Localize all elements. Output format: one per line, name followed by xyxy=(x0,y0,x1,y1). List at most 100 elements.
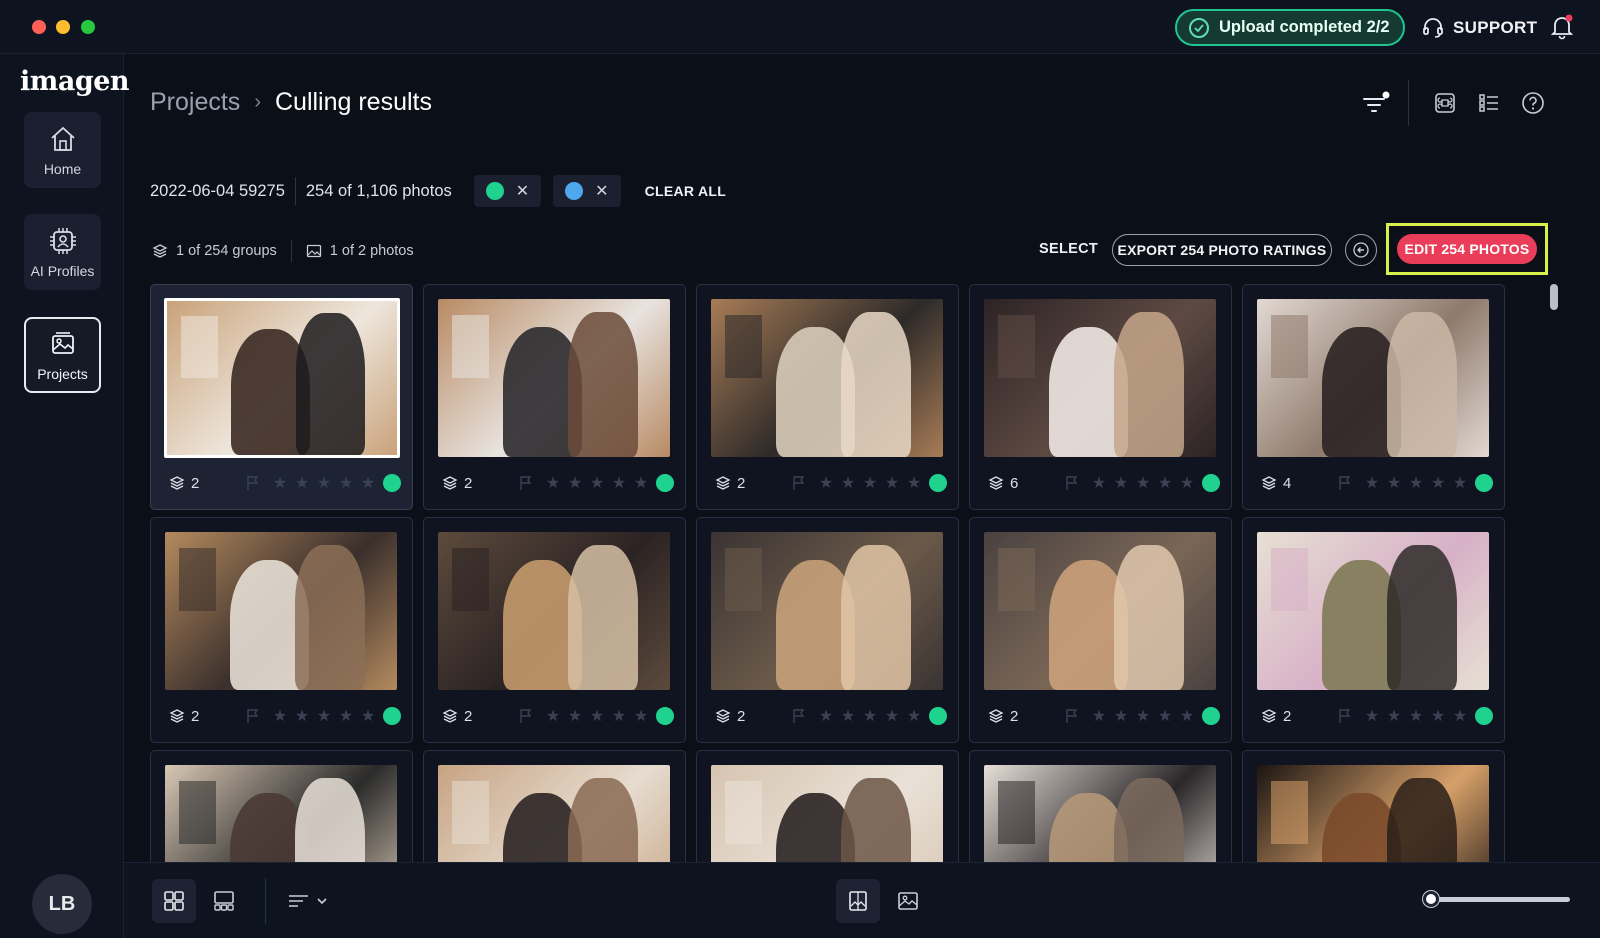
photo-card[interactable] xyxy=(150,750,413,862)
sort-dropdown-icon[interactable] xyxy=(282,879,334,923)
single-image-view-icon[interactable] xyxy=(886,879,930,923)
rating-star-icon[interactable]: ★ xyxy=(1361,473,1383,493)
rating-star-icon[interactable]: ★ xyxy=(815,473,837,493)
edit-photos-button[interactable]: EDIT 254 PHOTOS xyxy=(1397,234,1537,264)
filter-chip-blue[interactable]: ✕ xyxy=(553,175,621,207)
rating-star-icon[interactable]: ★ xyxy=(1405,706,1427,726)
rating-star-icon[interactable]: ★ xyxy=(630,706,652,726)
compare-view-icon[interactable] xyxy=(836,879,880,923)
rating-star-icon[interactable]: ★ xyxy=(269,706,291,726)
photo-thumbnail[interactable] xyxy=(711,765,943,862)
thumbnail-size-slider[interactable] xyxy=(1434,897,1570,902)
export-ratings-button[interactable]: EXPORT 254 PHOTO RATINGS xyxy=(1112,234,1332,266)
rating-star-icon[interactable]: ★ xyxy=(586,473,608,493)
flag-icon[interactable] xyxy=(1064,475,1080,491)
rating-star-icon[interactable]: ★ xyxy=(1176,473,1198,493)
photo-card[interactable]: 4 ★ ★ ★ ★ ★ xyxy=(1242,284,1505,510)
color-label-dot[interactable] xyxy=(656,474,674,492)
rating-star-icon[interactable]: ★ xyxy=(1176,706,1198,726)
photo-thumbnail[interactable] xyxy=(984,532,1216,690)
photo-thumbnail[interactable] xyxy=(984,299,1216,457)
grid-view-icon[interactable] xyxy=(152,879,196,923)
photo-thumbnail[interactable] xyxy=(1257,299,1489,457)
photo-thumbnail[interactable] xyxy=(438,765,670,862)
rating-star-icon[interactable]: ★ xyxy=(564,473,586,493)
rating-star-icon[interactable]: ★ xyxy=(291,473,313,493)
rating-star-icon[interactable]: ★ xyxy=(815,706,837,726)
photo-card[interactable]: 2 ★ ★ ★ ★ ★ xyxy=(423,517,686,743)
breadcrumb-projects-link[interactable]: Projects xyxy=(150,88,240,117)
undo-back-icon[interactable] xyxy=(1345,234,1377,266)
photo-card[interactable] xyxy=(423,750,686,862)
flag-icon[interactable] xyxy=(1337,475,1353,491)
photo-thumbnail[interactable] xyxy=(165,765,397,862)
filter-chip-green[interactable]: ✕ xyxy=(473,175,542,207)
photo-card[interactable]: 2 ★ ★ ★ ★ ★ xyxy=(696,517,959,743)
rating-star-icon[interactable]: ★ xyxy=(837,706,859,726)
user-avatar[interactable]: LB xyxy=(32,874,92,934)
notifications-bell-icon[interactable] xyxy=(1550,14,1574,40)
help-icon[interactable] xyxy=(1519,89,1547,117)
photo-card[interactable] xyxy=(969,750,1232,862)
photo-card[interactable]: 6 ★ ★ ★ ★ ★ xyxy=(969,284,1232,510)
rating-star-icon[interactable]: ★ xyxy=(903,473,925,493)
color-label-dot[interactable] xyxy=(1475,474,1493,492)
photo-thumbnail[interactable] xyxy=(1257,532,1489,690)
rating-star-icon[interactable]: ★ xyxy=(564,706,586,726)
rating-star-icon[interactable]: ★ xyxy=(1154,706,1176,726)
sidebar-item-projects[interactable]: Projects xyxy=(24,317,101,393)
rating-star-icon[interactable]: ★ xyxy=(630,473,652,493)
rating-star-icon[interactable]: ★ xyxy=(313,473,335,493)
window-minimize-button[interactable] xyxy=(56,20,70,34)
rating-star-icon[interactable]: ★ xyxy=(1449,473,1471,493)
rating-star-icon[interactable]: ★ xyxy=(1132,473,1154,493)
photo-card[interactable] xyxy=(696,750,959,862)
color-label-dot[interactable] xyxy=(1202,707,1220,725)
sidebar-item-home[interactable]: Home xyxy=(24,112,101,188)
rating-star-icon[interactable]: ★ xyxy=(1132,706,1154,726)
photo-card[interactable]: 2 ★ ★ ★ ★ ★ xyxy=(696,284,959,510)
list-view-icon[interactable] xyxy=(1475,89,1503,117)
rating-star-icon[interactable]: ★ xyxy=(313,706,335,726)
rating-star-icon[interactable]: ★ xyxy=(881,706,903,726)
photo-card[interactable]: 2 ★ ★ ★ ★ ★ xyxy=(1242,517,1505,743)
rating-star-icon[interactable]: ★ xyxy=(1383,706,1405,726)
flag-icon[interactable] xyxy=(245,475,261,491)
color-label-dot[interactable] xyxy=(656,707,674,725)
slider-handle[interactable] xyxy=(1423,891,1439,907)
rating-star-icon[interactable]: ★ xyxy=(586,706,608,726)
rating-star-icon[interactable]: ★ xyxy=(335,473,357,493)
color-label-dot[interactable] xyxy=(383,474,401,492)
command-key-icon[interactable] xyxy=(1431,89,1459,117)
rating-star-icon[interactable]: ★ xyxy=(269,473,291,493)
sidebar-item-ai-profiles[interactable]: AI Profiles xyxy=(24,214,101,290)
rating-star-icon[interactable]: ★ xyxy=(1361,706,1383,726)
flag-icon[interactable] xyxy=(1064,708,1080,724)
photo-card[interactable]: 2 ★ ★ ★ ★ ★ xyxy=(969,517,1232,743)
photo-card[interactable]: 2 ★ ★ ★ ★ ★ xyxy=(150,284,413,510)
rating-star-icon[interactable]: ★ xyxy=(357,706,379,726)
photo-thumbnail[interactable] xyxy=(711,299,943,457)
photo-card[interactable]: 2 ★ ★ ★ ★ ★ xyxy=(423,284,686,510)
flag-icon[interactable] xyxy=(518,708,534,724)
flag-icon[interactable] xyxy=(791,708,807,724)
color-label-dot[interactable] xyxy=(1475,707,1493,725)
filter-icon[interactable] xyxy=(1362,89,1390,117)
upload-status-badge[interactable]: Upload completed 2/2 xyxy=(1175,9,1405,46)
flag-icon[interactable] xyxy=(245,708,261,724)
rating-star-icon[interactable]: ★ xyxy=(1427,706,1449,726)
rating-star-icon[interactable]: ★ xyxy=(859,706,881,726)
rating-star-icon[interactable]: ★ xyxy=(859,473,881,493)
window-zoom-button[interactable] xyxy=(81,20,95,34)
rating-star-icon[interactable]: ★ xyxy=(1088,473,1110,493)
remove-filter-icon[interactable]: ✕ xyxy=(595,181,608,201)
photo-card[interactable]: 2 ★ ★ ★ ★ ★ xyxy=(150,517,413,743)
rating-star-icon[interactable]: ★ xyxy=(903,706,925,726)
rating-star-icon[interactable]: ★ xyxy=(1383,473,1405,493)
imagen-logo[interactable]: imagen xyxy=(20,66,130,97)
rating-star-icon[interactable]: ★ xyxy=(1154,473,1176,493)
color-label-dot[interactable] xyxy=(1202,474,1220,492)
flag-icon[interactable] xyxy=(518,475,534,491)
rating-star-icon[interactable]: ★ xyxy=(608,473,630,493)
rating-star-icon[interactable]: ★ xyxy=(881,473,903,493)
